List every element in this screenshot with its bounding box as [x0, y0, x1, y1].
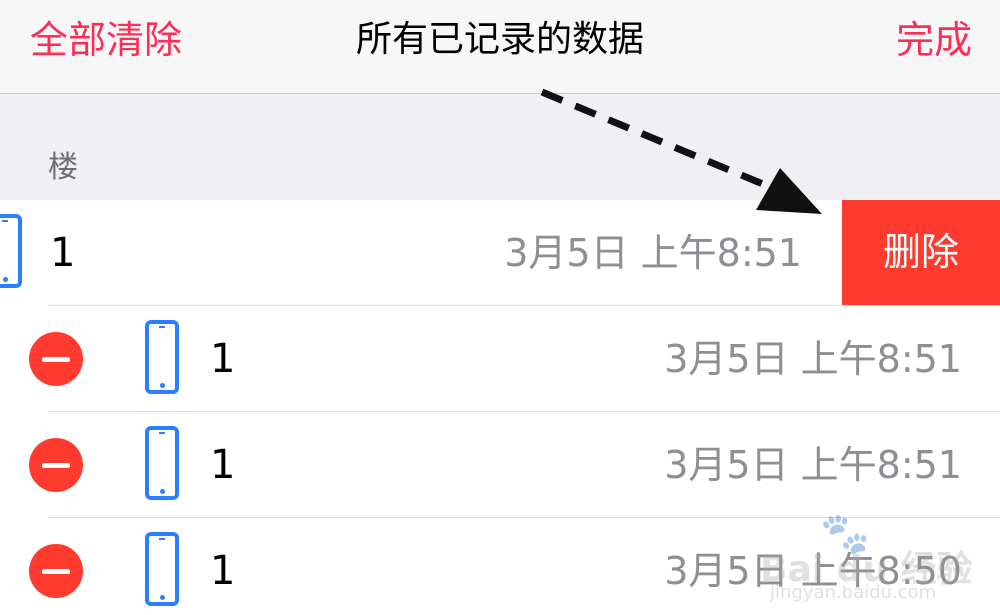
watermark-site: jingyan.baidu.com [770, 582, 937, 603]
row-value: 1 [210, 442, 236, 488]
minus-circle-icon[interactable] [29, 544, 83, 598]
annotation-arrow [540, 88, 822, 214]
page-title-text: 所有已记录的数据 [355, 19, 644, 60]
row-value: 1 [50, 230, 76, 276]
phone-icon [0, 214, 22, 288]
done-button[interactable]: 完成 [896, 17, 972, 63]
minus-circle-icon[interactable] [29, 332, 83, 386]
minus-circle-icon[interactable] [29, 438, 83, 492]
row-value: 1 [210, 336, 236, 382]
phone-icon [145, 532, 179, 606]
row-time: 3月5日 上午8:51 [504, 231, 802, 275]
delete-button[interactable]: 删除 [842, 200, 1000, 305]
table-row[interactable]: 1 3月5日 上午8:51 [0, 306, 1000, 412]
phone-icon [145, 426, 179, 500]
row-value: 1 [210, 548, 236, 594]
table-row[interactable]: 1 3月5日 上午8:51 [0, 412, 1000, 518]
row-time: 3月5日 上午8:51 [664, 337, 962, 381]
navigation-bar: 全部清除 所有已记录的数据 完成 [0, 0, 1000, 94]
phone-icon [145, 320, 179, 394]
page-title: 所有已记录的数据 [0, 17, 1000, 63]
baidu-watermark: 🐾 Bai du 经验 jingyan.baidu.com [760, 510, 990, 605]
section-header: 楼 [0, 94, 1000, 201]
row-time: 3月5日 上午8:51 [664, 443, 962, 487]
arrow-shaft [540, 88, 784, 196]
arrow-head [756, 168, 822, 214]
section-title: 楼 [48, 150, 78, 185]
